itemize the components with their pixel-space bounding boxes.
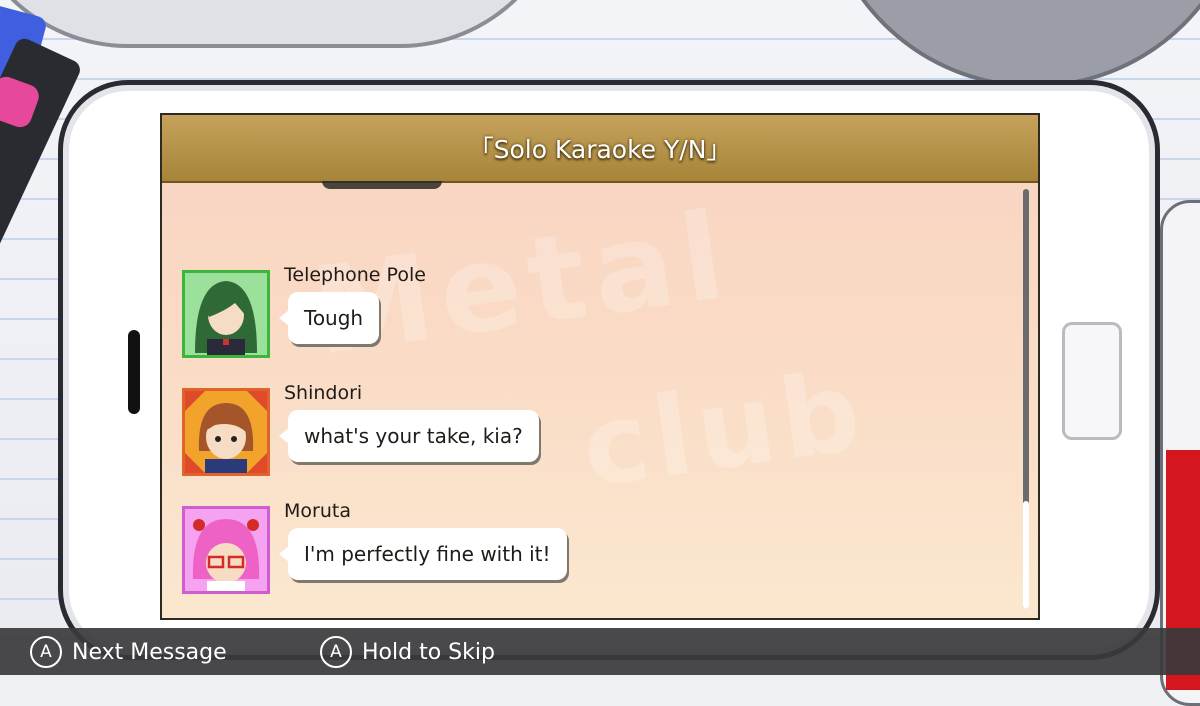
- message-bubble: what's your take, kia?: [279, 410, 539, 462]
- control-hint-bar: A Next Message A Hold to Skip: [0, 628, 1200, 675]
- a-button-icon: A: [30, 636, 62, 668]
- chat-scrollbar[interactable]: [1023, 189, 1029, 609]
- scrollbar-thumb[interactable]: [1023, 501, 1029, 609]
- chat-title: 「Solo Karaoke Y/N」: [468, 135, 732, 164]
- avatar: [182, 506, 270, 594]
- avatar: [182, 270, 270, 358]
- chat-title-bar: 「Solo Karaoke Y/N」: [162, 115, 1038, 183]
- sender-name: Telephone Pole: [284, 264, 426, 286]
- control-label: Next Message: [72, 639, 227, 665]
- chat-message: Shindori what's your take, kia?: [182, 382, 602, 484]
- message-bubble: I'm perfectly fine with it!: [279, 528, 567, 580]
- chat-message: Telephone Pole Tough: [182, 264, 602, 366]
- chat-message: Moruta I'm perfectly fine with it!: [182, 500, 602, 602]
- sender-name: Moruta: [284, 500, 351, 522]
- hold-to-skip-button[interactable]: A Hold to Skip: [320, 636, 495, 668]
- sender-name: Shindori: [284, 382, 363, 404]
- control-label: Hold to Skip: [362, 639, 495, 665]
- message-bubble: Tough: [278, 292, 380, 344]
- chat-screen: Metal club 「Solo Karaoke Y/N」 Telephone …: [160, 113, 1040, 620]
- next-message-button[interactable]: A Next Message: [30, 636, 227, 668]
- phone-speaker: [128, 330, 140, 414]
- avatar: [182, 388, 270, 476]
- a-button-icon: A: [320, 636, 352, 668]
- phone-home-button: [1062, 322, 1122, 440]
- cut-off-message: [322, 181, 442, 189]
- watermark-text: club: [574, 345, 874, 513]
